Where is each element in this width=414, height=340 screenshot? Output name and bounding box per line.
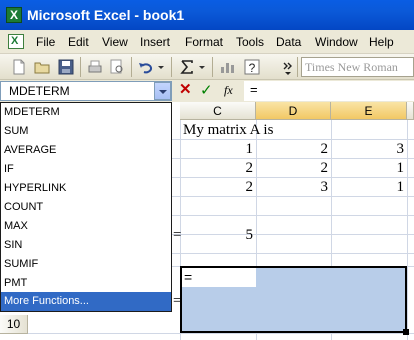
menu-format[interactable]: Format [185, 34, 223, 50]
cancel-entry-icon[interactable]: ✕ [179, 81, 193, 99]
matrix-cell-3-3[interactable]: 1 [331, 178, 407, 197]
toolbar-separator [212, 57, 213, 77]
open-folder-icon[interactable] [33, 58, 51, 76]
determinant-result-cell[interactable]: 5 [180, 226, 256, 245]
undo-icon[interactable] [137, 58, 155, 76]
autosum-dropdown-chevron-icon[interactable] [197, 58, 207, 76]
font-name-box[interactable]: Times New Roman [301, 57, 414, 77]
print-icon[interactable] [86, 58, 104, 76]
function-option-hyperlink[interactable]: HYPERLINK [1, 179, 171, 198]
fill-handle[interactable] [403, 329, 409, 335]
save-icon[interactable] [57, 58, 75, 76]
row-header-10[interactable]: 10 [0, 315, 28, 334]
undo-dropdown-chevron-icon[interactable] [156, 58, 166, 76]
menu-window[interactable]: Window [315, 34, 358, 50]
autosum-icon[interactable] [178, 58, 196, 76]
function-option-pmt[interactable]: PMT [1, 274, 171, 293]
toolbar-separator [131, 57, 132, 77]
menu-edit[interactable]: Edit [68, 34, 89, 50]
function-option-if[interactable]: IF [1, 160, 171, 179]
function-option-count[interactable]: COUNT [1, 198, 171, 217]
gridline [407, 120, 408, 340]
help-icon[interactable]: ? [243, 58, 261, 76]
column-header-d[interactable]: D [256, 102, 331, 120]
function-option-mdeterm[interactable]: MDETERM [1, 103, 171, 122]
menu-help[interactable]: Help [369, 34, 394, 50]
function-option-sin[interactable]: SIN [1, 236, 171, 255]
menu-insert[interactable]: Insert [140, 34, 170, 50]
function-option-sumif[interactable]: SUMIF [1, 255, 171, 274]
function-option-max[interactable]: MAX [1, 217, 171, 236]
svg-text:?: ? [249, 61, 256, 75]
menu-tools[interactable]: Tools [236, 34, 264, 50]
menu-data[interactable]: Data [276, 34, 301, 50]
matrix-cell-2-3[interactable]: 1 [331, 159, 407, 178]
new-document-icon[interactable] [10, 58, 28, 76]
chart-wizard-icon[interactable] [218, 58, 236, 76]
gridline [28, 333, 414, 334]
matrix-cell-3-1[interactable]: 2 [180, 178, 256, 197]
toolbar-separator [171, 57, 172, 77]
window-title: Microsoft Excel - book1 [27, 7, 185, 23]
excel-app-icon[interactable]: X [6, 7, 22, 23]
function-option-sum[interactable]: SUM [1, 122, 171, 141]
active-cell[interactable]: = [182, 268, 256, 287]
formula-input[interactable]: = [244, 81, 414, 101]
matrix-cell-3-2[interactable]: 3 [256, 178, 331, 197]
workbook-icon[interactable] [8, 34, 24, 49]
matrix-label-cell[interactable]: My matrix A is [183, 121, 273, 140]
toolbar-separator [297, 57, 298, 77]
function-option-more-functions[interactable]: More Functions... [1, 292, 171, 311]
insert-function-icon[interactable]: fx [224, 82, 240, 100]
matrix-cell-2-2[interactable]: 2 [256, 159, 331, 178]
column-header-f[interactable] [407, 102, 414, 120]
print-preview-icon[interactable] [108, 58, 126, 76]
toolbar-separator [80, 57, 81, 77]
column-header-e[interactable]: E [331, 102, 407, 120]
matrix-cell-2-1[interactable]: 2 [180, 159, 256, 178]
name-box-dropdown-chevron-icon[interactable] [154, 82, 171, 100]
menu-file[interactable]: File [36, 34, 55, 50]
toolbar-options-chevron-icon[interactable] [281, 58, 295, 76]
column-header-c[interactable]: C [180, 102, 256, 120]
matrix-cell-1-2[interactable]: 2 [256, 140, 331, 159]
function-option-average[interactable]: AVERAGE [1, 141, 171, 160]
matrix-cell-1-3[interactable]: 3 [331, 140, 407, 159]
name-box[interactable]: MDETERM [0, 81, 172, 101]
menu-view[interactable]: View [102, 34, 128, 50]
matrix-cell-1-1[interactable]: 1 [180, 140, 256, 159]
enter-check-icon[interactable]: ✓ [200, 81, 214, 99]
